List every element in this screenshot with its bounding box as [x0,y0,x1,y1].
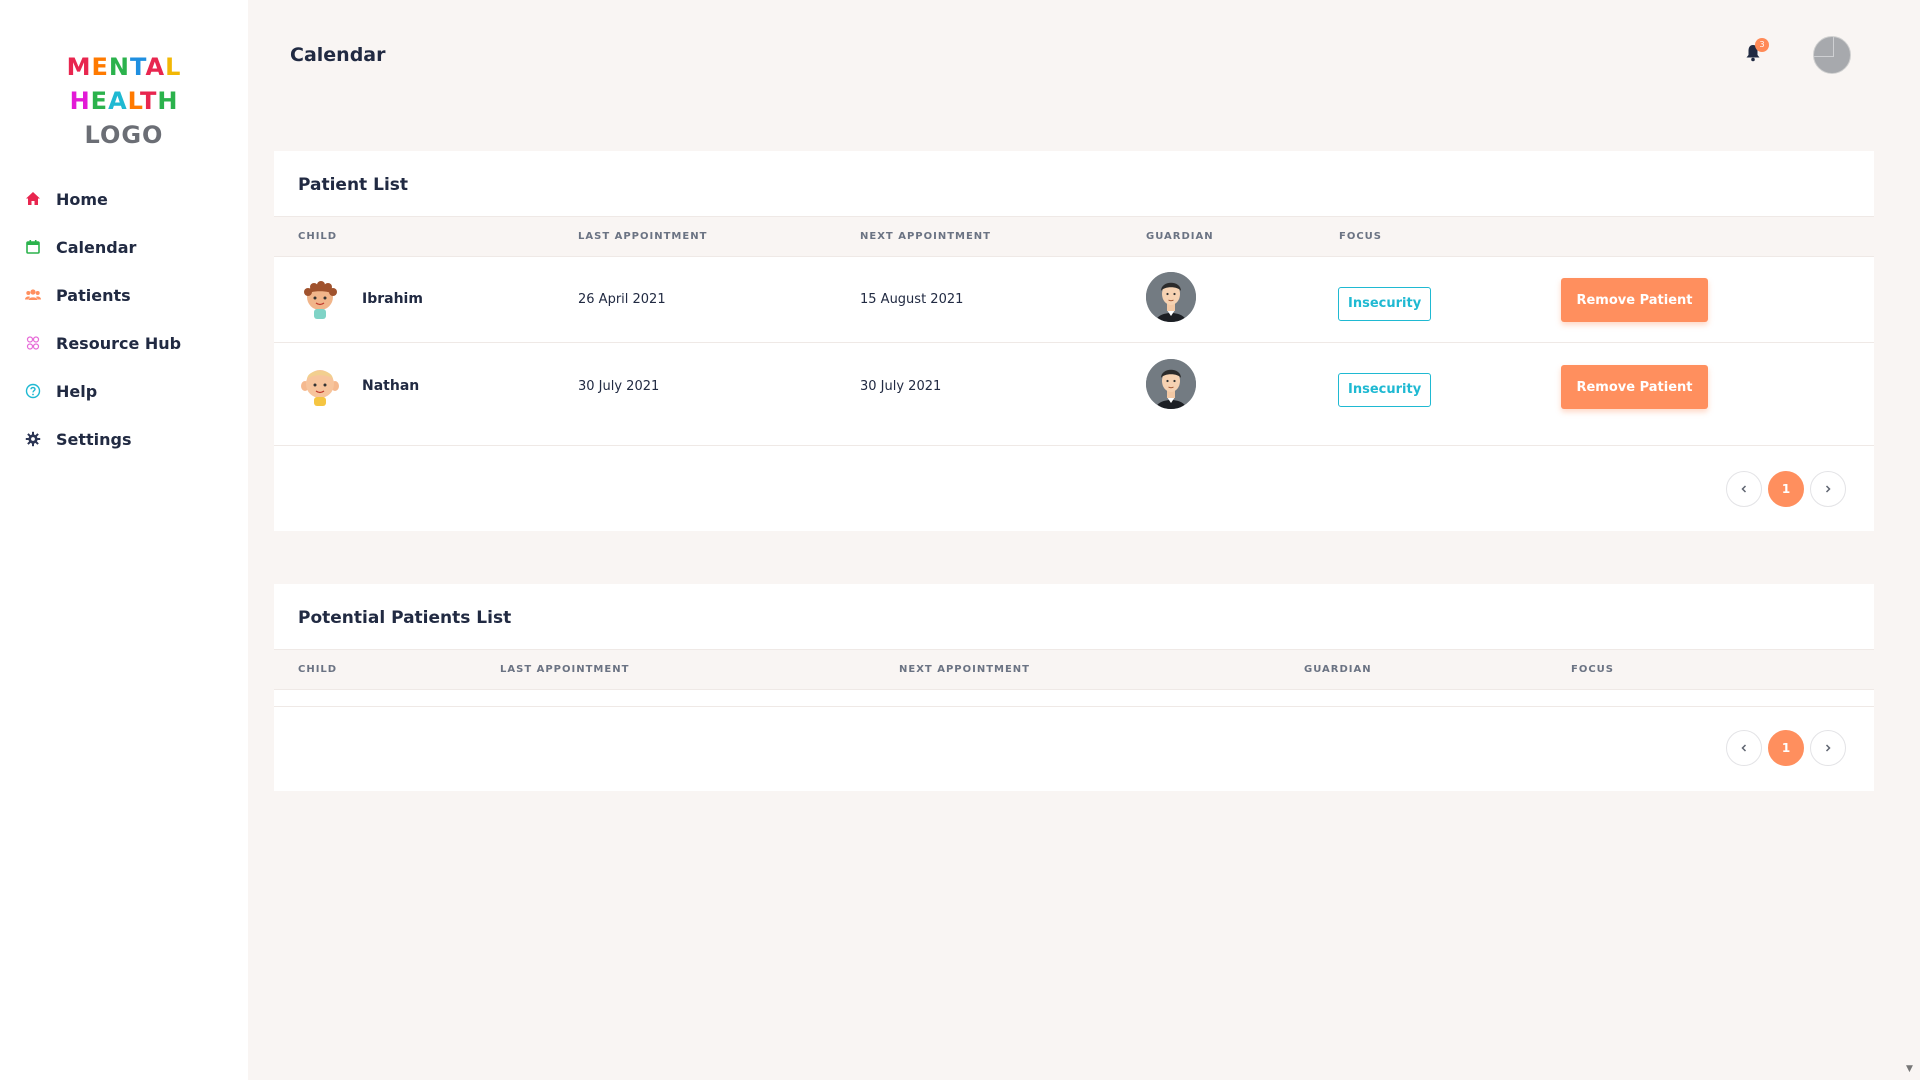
sidebar-item-label: Settings [56,429,132,449]
empty-table-body [274,690,1874,707]
next-appointment: 15 August 2021 [860,292,964,307]
guardian-avatar[interactable] [1146,359,1196,409]
child-name[interactable]: Ibrahim [362,291,423,307]
table-row: Nathan 30 July 2021 30 July 2021 Insecur… [274,343,1874,446]
column-header-guardian: GUARDIAN [1304,664,1372,675]
remove-patient-button[interactable]: Remove Patient [1561,278,1708,322]
column-header-next-appointment: NEXT APPOINTMENT [860,231,991,242]
pagination-prev-button[interactable] [1726,730,1762,766]
sidebar-item-resource-hub[interactable]: Resource Hub [0,319,248,367]
logo-line-health: HEALTH [69,87,179,115]
sidebar-item-patients[interactable]: Patients [0,271,248,319]
pagination-next-button[interactable] [1810,730,1846,766]
scrollbar[interactable] [1903,0,1920,1080]
sidebar-nav: Home Calendar Patients Resource Hub Help [0,175,248,463]
last-appointment: 30 July 2021 [578,379,660,394]
sidebar-item-settings[interactable]: Settings [0,415,248,463]
gear-icon [24,430,42,448]
patient-list-title: Patient List [298,175,409,195]
help-icon [24,382,42,400]
sidebar-item-label: Patients [56,285,131,305]
column-header-focus: FOCUS [1339,231,1382,242]
users-icon [24,286,42,304]
logo-line-mental: MENTAL [66,53,182,81]
child-name[interactable]: Nathan [362,378,419,394]
pagination-page-button[interactable]: 1 [1768,471,1804,507]
child-avatar [298,363,342,407]
home-icon [24,190,42,208]
notification-bell[interactable]: 3 [1745,38,1769,64]
logo[interactable]: MENTAL HEALTH LOGO [0,50,248,152]
last-appointment: 26 April 2021 [578,292,666,307]
sidebar-item-help[interactable]: Help [0,367,248,415]
guardian-avatar[interactable] [1146,272,1196,322]
pagination-next-button[interactable] [1810,471,1846,507]
patient-list-header: CHILD LAST APPOINTMENT NEXT APPOINTMENT … [274,216,1874,257]
column-header-guardian: GUARDIAN [1146,231,1214,242]
patient-list-card: Patient List CHILD LAST APPOINTMENT NEXT… [274,151,1874,531]
potential-patients-card: Potential Patients List CHILD LAST APPOI… [274,584,1874,791]
chevron-right-icon [1825,485,1831,493]
table-row: Ibrahim 26 April 2021 15 August 2021 Ins… [274,257,1874,343]
column-header-focus: FOCUS [1571,664,1614,675]
logo-line-logo: LOGO [84,121,164,149]
patient-list-pagination: 1 [1726,471,1846,507]
pagination-prev-button[interactable] [1726,471,1762,507]
sidebar: MENTAL HEALTH LOGO Home Calendar Patient… [0,0,248,1080]
potential-patients-title: Potential Patients List [298,608,512,628]
calendar-icon [24,238,42,256]
pagination-page-button[interactable]: 1 [1768,730,1804,766]
sidebar-item-label: Calendar [56,237,137,257]
sidebar-item-label: Help [56,381,98,401]
resource-hub-icon [24,334,42,352]
focus-badge[interactable]: Insecurity [1338,373,1432,407]
potential-patients-header: CHILD LAST APPOINTMENT NEXT APPOINTMENT … [274,649,1874,690]
column-header-next-appointment: NEXT APPOINTMENT [899,664,1030,675]
page-title: Calendar [290,44,386,66]
scroll-down-arrow-icon[interactable]: ▼ [1906,1064,1913,1074]
user-avatar[interactable] [1813,36,1851,74]
chevron-left-icon [1741,744,1747,752]
potential-patients-pagination: 1 [1726,730,1846,766]
chevron-left-icon [1741,485,1747,493]
column-header-last-appointment: LAST APPOINTMENT [500,664,630,675]
column-header-last-appointment: LAST APPOINTMENT [578,231,708,242]
sidebar-item-label: Home [56,189,108,209]
chevron-right-icon [1825,744,1831,752]
column-header-child: CHILD [298,664,338,675]
sidebar-item-calendar[interactable]: Calendar [0,223,248,271]
notification-count-badge: 3 [1755,38,1769,52]
remove-patient-button[interactable]: Remove Patient [1561,365,1708,409]
next-appointment: 30 July 2021 [860,379,942,394]
focus-badge[interactable]: Insecurity [1338,287,1432,321]
child-avatar [298,277,342,321]
sidebar-item-label: Resource Hub [56,333,182,353]
sidebar-item-home[interactable]: Home [0,175,248,223]
column-header-child: CHILD [298,231,338,242]
